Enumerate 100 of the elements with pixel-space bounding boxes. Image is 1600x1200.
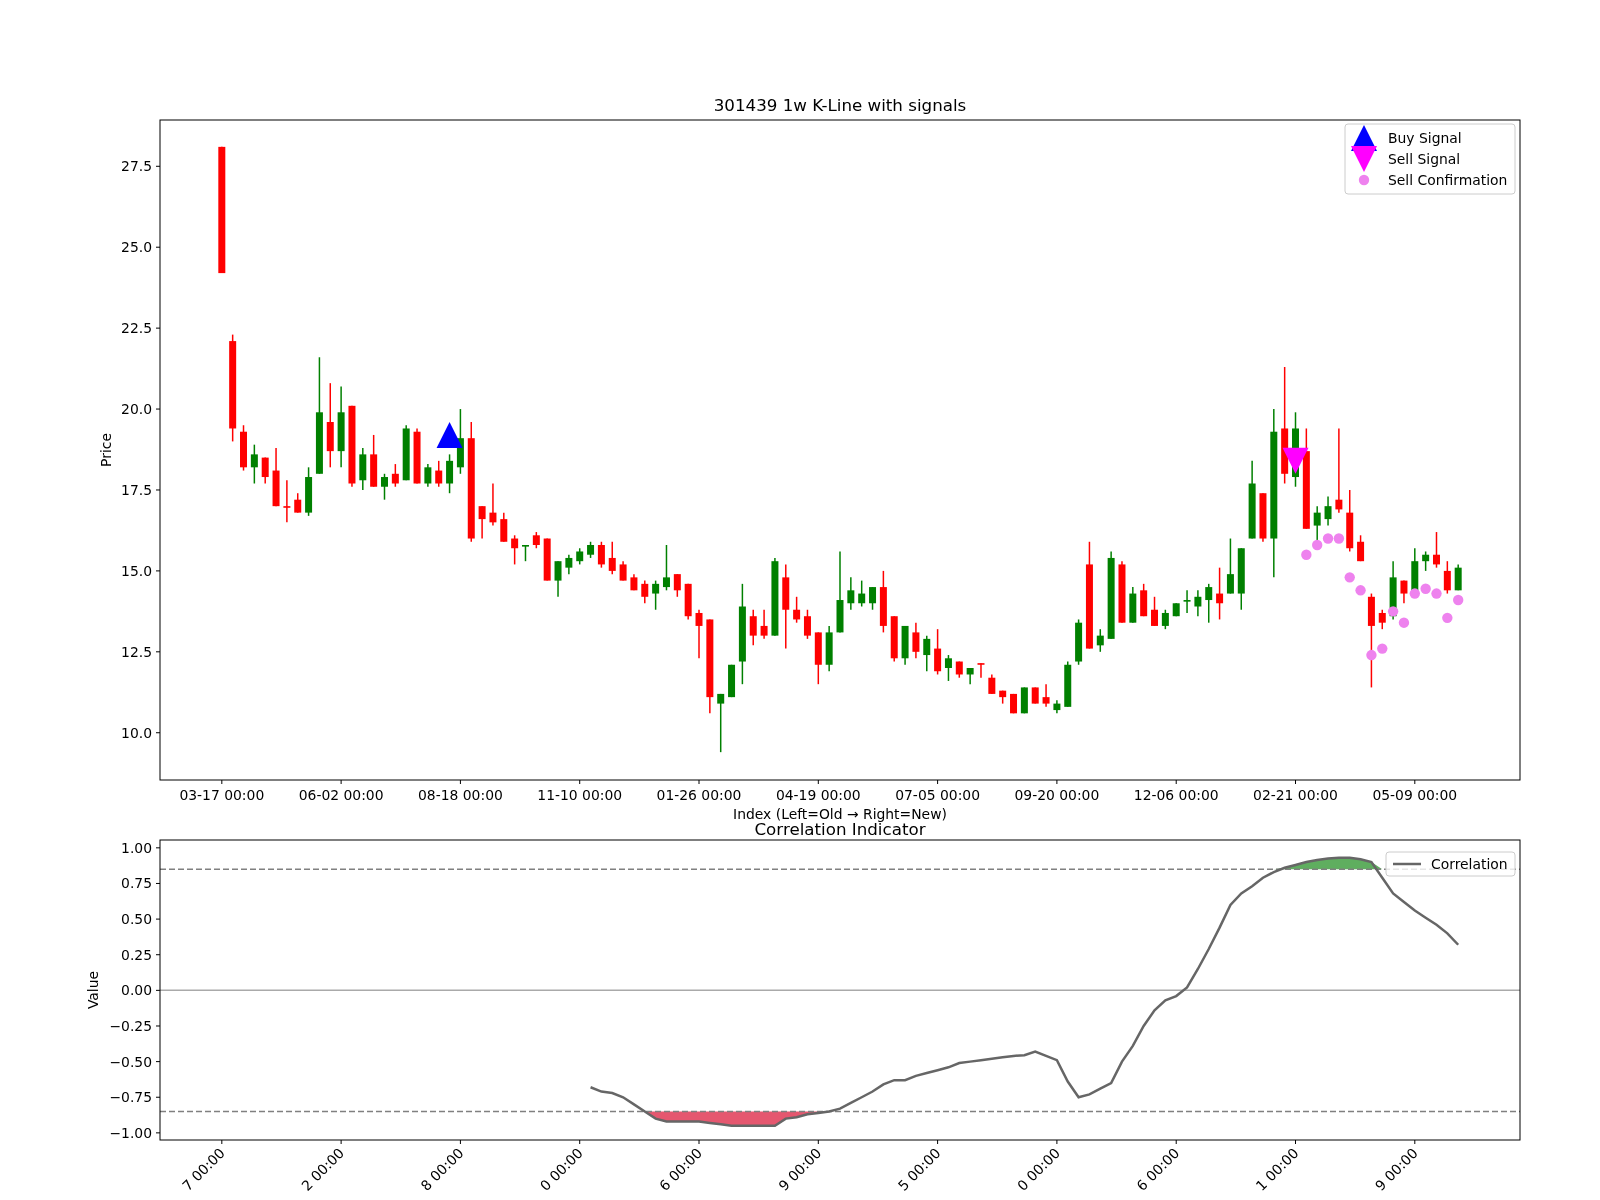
tick-mark xyxy=(221,779,223,785)
candlestick xyxy=(912,621,920,660)
candlestick xyxy=(576,547,584,566)
candlestick xyxy=(901,625,909,666)
tick-label: 05-09 00:00 xyxy=(1372,787,1458,803)
tick-label: 25.0 xyxy=(121,239,152,256)
tick-label: 17.5 xyxy=(121,482,152,498)
candlestick xyxy=(988,673,996,695)
tick-mark xyxy=(155,882,161,884)
tick-mark xyxy=(698,779,700,785)
candlestick xyxy=(1031,686,1039,705)
candlestick xyxy=(1205,583,1213,624)
candlestick xyxy=(955,660,963,679)
tick-mark xyxy=(817,1139,819,1145)
legend-label: Sell Signal xyxy=(1388,151,1461,167)
candlestick xyxy=(1020,686,1028,715)
tick-mark xyxy=(221,1139,223,1145)
candlestick xyxy=(554,560,562,598)
tick-mark xyxy=(1175,1139,1177,1145)
tick-mark xyxy=(1295,779,1296,785)
tick-label: 12-06 00:00 xyxy=(1133,787,1219,803)
tick-label: 20.0 xyxy=(121,401,152,418)
legend-label: Correlation xyxy=(1431,856,1508,872)
tick-mark xyxy=(155,408,161,410)
tick-label: 03-17 00:00 xyxy=(179,787,265,803)
candlestick xyxy=(446,453,454,494)
candlestick xyxy=(305,466,313,517)
candlestick xyxy=(847,576,855,611)
candlestick xyxy=(1454,563,1462,592)
sell-confirmation-marker xyxy=(1453,594,1464,606)
candlestick xyxy=(283,479,291,524)
candlestick xyxy=(1075,618,1083,666)
candlestick xyxy=(511,534,519,566)
candlestick xyxy=(869,586,877,611)
tick-label: −1.00 xyxy=(109,1124,152,1141)
candlestick xyxy=(879,570,887,634)
tick-label: 22.5 xyxy=(121,320,152,337)
candlestick xyxy=(1216,566,1224,621)
sell-confirmation-marker xyxy=(1355,585,1366,596)
sell-signal-marker xyxy=(1351,146,1377,172)
candlestick xyxy=(1172,602,1180,617)
candlestick xyxy=(1129,586,1137,624)
tick-label: 12.5 xyxy=(121,643,152,660)
tick-label: 0.25 xyxy=(121,946,152,963)
tick-label: −0.25 xyxy=(109,1018,152,1034)
tick-mark xyxy=(155,1132,161,1134)
candlestick xyxy=(359,447,367,491)
candlestick xyxy=(489,482,497,527)
candlestick xyxy=(814,631,822,685)
candlestick xyxy=(717,693,725,753)
candlestick xyxy=(1433,531,1440,569)
tick-mark xyxy=(155,989,161,991)
tick-label: 04-19 00:00 xyxy=(775,787,861,803)
candlestick xyxy=(1140,583,1148,617)
tick-mark xyxy=(1056,1139,1058,1145)
tick-mark xyxy=(155,918,161,920)
candlestick xyxy=(608,541,616,575)
tick-label: −0.75 xyxy=(109,1089,152,1106)
tick-mark xyxy=(155,1061,161,1063)
candlestick xyxy=(402,424,410,481)
candlestick xyxy=(250,443,258,485)
candlestick xyxy=(272,447,280,507)
tick-mark xyxy=(937,779,939,785)
tick-mark xyxy=(1295,1139,1296,1145)
tick-mark xyxy=(155,1025,161,1027)
candlestick xyxy=(999,689,1007,705)
candlestick xyxy=(1313,505,1321,543)
candlestick xyxy=(240,424,247,472)
tick-mark xyxy=(817,779,819,785)
candlestick xyxy=(532,531,540,549)
candlestick xyxy=(1064,660,1072,708)
sell-confirmation-marker xyxy=(1333,533,1345,544)
candlestick xyxy=(435,460,443,488)
legend-label: Buy Signal xyxy=(1388,130,1462,146)
legend-label: Sell Confirmation xyxy=(1388,172,1508,188)
sell-confirmation-marker xyxy=(1312,539,1323,551)
candlestick xyxy=(934,628,942,676)
sell-confirmation-marker xyxy=(1358,174,1370,186)
tick-mark xyxy=(340,1139,342,1145)
tick-mark xyxy=(155,732,161,734)
tick-label: 27.5 xyxy=(121,158,152,175)
tick-label: 0.50 xyxy=(121,911,152,928)
sell-signal-marker xyxy=(1282,447,1309,474)
candlestick xyxy=(641,579,649,604)
candlestick xyxy=(391,463,399,488)
tick-label: 15.0 xyxy=(121,562,152,579)
axis-label: Value xyxy=(85,970,101,1010)
sell-confirmation-marker xyxy=(1377,643,1388,654)
candlestick xyxy=(1422,550,1430,572)
candlestick xyxy=(1346,489,1354,553)
tick-label: 0.00 xyxy=(121,982,152,999)
tick-label: 01-26 00:00 xyxy=(656,787,742,803)
tick-mark xyxy=(155,165,161,167)
candlestick xyxy=(1226,537,1234,595)
sell-confirmation-marker xyxy=(1442,612,1453,624)
candlestick xyxy=(424,463,432,488)
candlestick xyxy=(543,537,551,582)
candlestick xyxy=(695,609,703,660)
candlestick xyxy=(966,667,974,685)
candlestick xyxy=(1183,589,1191,614)
